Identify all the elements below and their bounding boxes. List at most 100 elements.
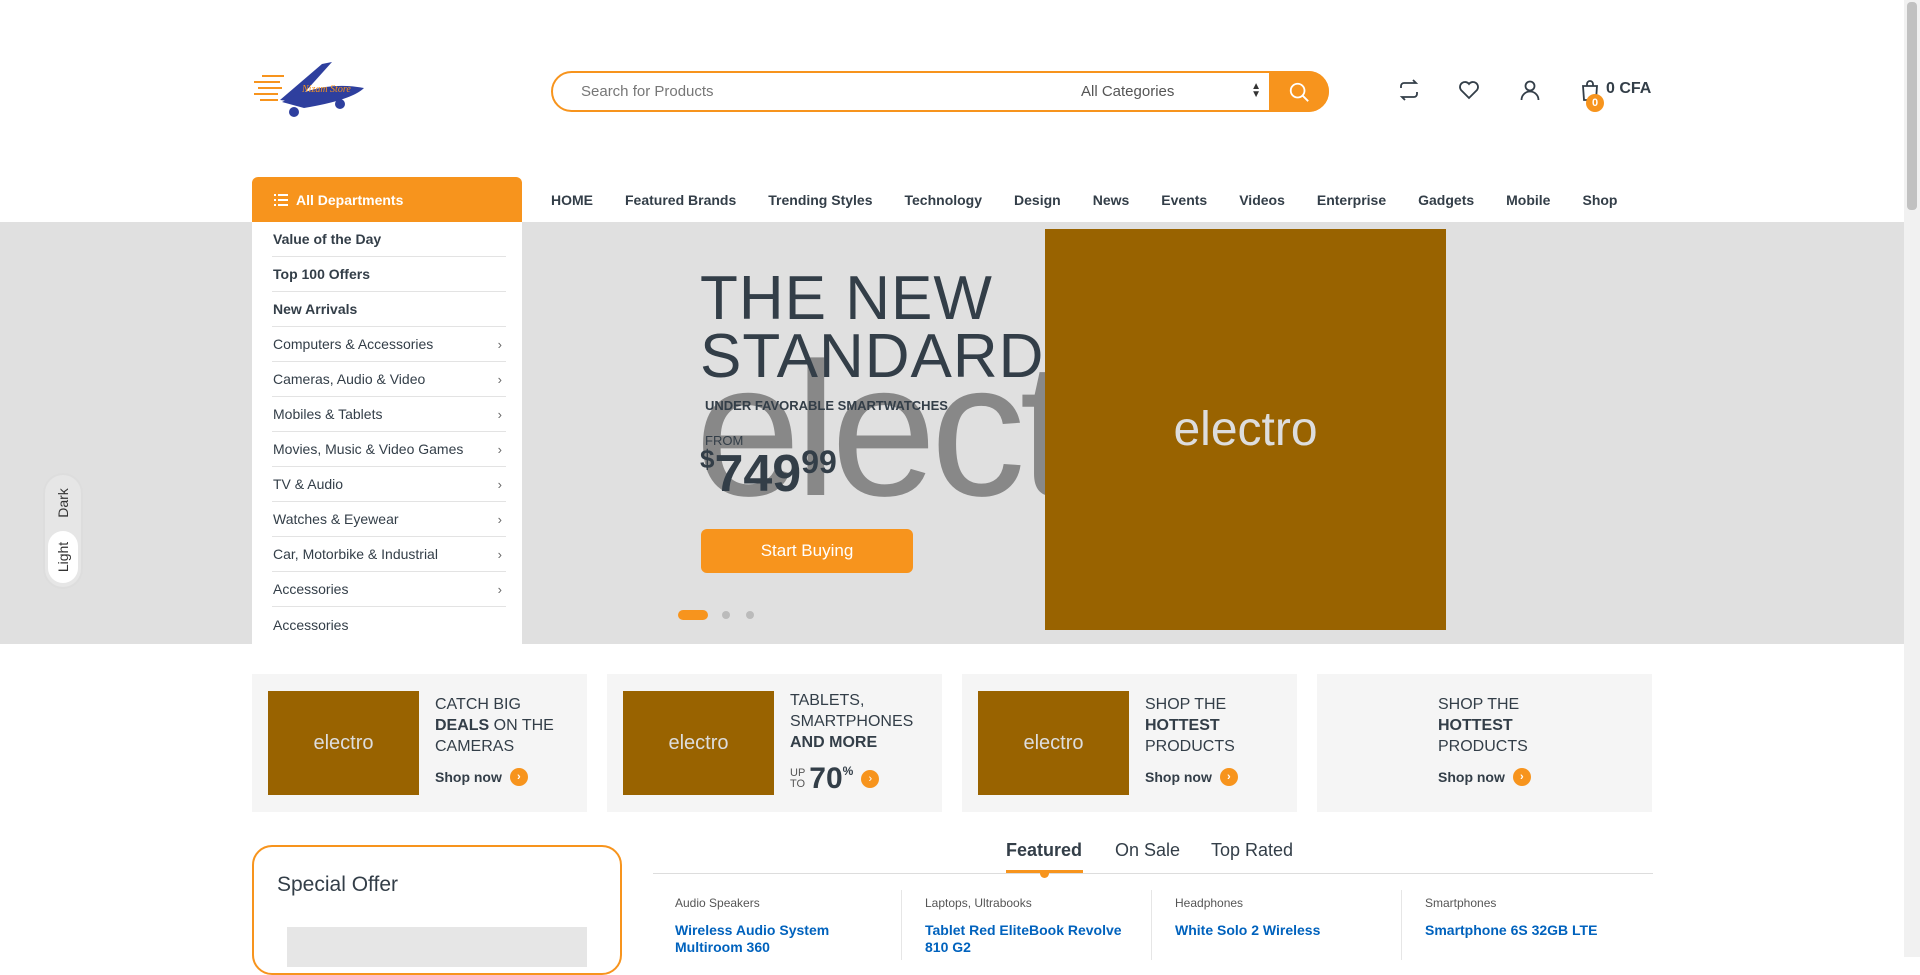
department-item-label: Computers & Accessories <box>273 336 434 352</box>
theme-light-option[interactable]: Light <box>48 531 78 583</box>
department-item[interactable]: Accessories <box>272 607 506 642</box>
product-card[interactable]: Laptops, Ultrabooks Tablet Red EliteBook… <box>925 896 1145 956</box>
department-item[interactable]: Computers & Accessories › <box>272 327 506 362</box>
promo-discount[interactable]: UP TO 70 % › <box>790 762 880 796</box>
special-offer-title: Special Offer <box>277 873 399 896</box>
chevron-right-icon: › <box>497 371 502 387</box>
slider-dot[interactable] <box>722 611 730 619</box>
department-item-label: Value of the Day <box>273 231 382 247</box>
product-divider <box>901 890 902 960</box>
hero-image: electro <box>1045 229 1446 630</box>
main-nav: HOME Featured Brands Trending Styles Techno… <box>551 178 1649 222</box>
product-category[interactable]: Laptops, Ultrabooks <box>925 896 1145 910</box>
compare-icon[interactable] <box>1397 78 1421 102</box>
start-buying-button[interactable]: Start Buying <box>701 529 913 573</box>
hero-subtitle: UNDER FAVORABLE SMARTWATCHES <box>705 398 948 413</box>
department-item-label: Car, Motorbike & Industrial <box>273 546 438 562</box>
arrow-right-icon: › <box>1512 768 1531 786</box>
tab-top-rated[interactable]: Top Rated <box>1211 840 1293 861</box>
all-departments-button[interactable]: All Departments <box>252 177 522 222</box>
department-item[interactable]: TV & Audio › <box>272 467 506 502</box>
list-icon <box>274 193 288 206</box>
nav-link-design[interactable]: Design <box>1014 192 1061 208</box>
hero-title: THE NEW STANDARD <box>700 268 1045 391</box>
theme-toggle[interactable]: Dark Light <box>45 475 81 587</box>
arrow-right-icon: › <box>509 768 528 786</box>
promo-card[interactable]: SHOP THE HOTTEST PRODUCTS Shop now › <box>1317 674 1652 812</box>
theme-dark-option[interactable]: Dark <box>45 481 81 525</box>
product-name[interactable]: White Solo 2 Wireless <box>1175 922 1395 939</box>
promo-card[interactable]: electro TABLETS, SMARTPHONES AND MORE UP… <box>607 674 942 812</box>
nav-link-trending-styles[interactable]: Trending Styles <box>768 192 872 208</box>
nav-link-home[interactable]: HOME <box>551 192 593 208</box>
all-departments-label: All Departments <box>296 191 404 208</box>
department-item[interactable]: Mobiles & Tablets › <box>272 397 506 432</box>
scrollbar-thumb[interactable] <box>1907 2 1917 210</box>
department-item[interactable]: Value of the Day <box>272 222 506 257</box>
svg-text:Nizam Store: Nizam Store <box>301 84 351 95</box>
nav-link-shop[interactable]: Shop <box>1582 192 1617 208</box>
department-item[interactable]: Watches & Eyewear › <box>272 502 506 537</box>
product-name[interactable]: Tablet Red EliteBook Revolve 810 G2 <box>925 922 1145 956</box>
chevron-right-icon: › <box>497 511 502 527</box>
nav-link-featured-brands[interactable]: Featured Brands <box>625 192 736 208</box>
tab-featured[interactable]: Featured <box>1006 840 1082 861</box>
category-select[interactable]: All Categories ▲ ▼ <box>1069 73 1269 110</box>
special-offer-image[interactable] <box>287 927 587 967</box>
wishlist-heart-icon[interactable] <box>1457 78 1481 102</box>
nav-link-events[interactable]: Events <box>1161 192 1207 208</box>
product-category[interactable]: Smartphones <box>1425 896 1645 910</box>
chevron-right-icon: › <box>497 406 502 422</box>
department-item[interactable]: Accessories › <box>272 572 506 607</box>
department-item-label: TV & Audio <box>273 476 344 492</box>
price-integer: 749 <box>714 445 802 503</box>
logo[interactable]: Nizam Store <box>252 52 372 122</box>
page-scrollbar[interactable] <box>1904 0 1920 957</box>
product-name[interactable]: Smartphone 6S 32GB LTE <box>1425 922 1645 939</box>
search-input[interactable] <box>581 73 1061 110</box>
department-item-label: Accessories <box>273 581 349 597</box>
category-select-value: All Categories <box>1081 83 1175 100</box>
promo-image: electro <box>623 691 774 795</box>
product-category[interactable]: Headphones <box>1175 896 1395 910</box>
nav-link-mobile[interactable]: Mobile <box>1506 192 1550 208</box>
department-item-label: Top 100 Offers <box>273 266 370 282</box>
nav-link-gadgets[interactable]: Gadgets <box>1418 192 1474 208</box>
chevron-right-icon: › <box>497 476 502 492</box>
arrow-right-icon: › <box>861 770 880 788</box>
tab-on-sale[interactable]: On Sale <box>1115 840 1180 861</box>
product-card[interactable]: Smartphones Smartphone 6S 32GB LTE <box>1425 896 1645 939</box>
department-item[interactable]: Top 100 Offers <box>272 257 506 292</box>
department-item[interactable]: Movies, Music & Video Games › <box>272 432 506 467</box>
department-item[interactable]: Cameras, Audio & Video › <box>272 362 506 397</box>
hero-title-line2: STANDARD <box>700 322 1045 391</box>
shop-now-link[interactable]: Shop now › <box>1438 768 1531 786</box>
nav-link-technology[interactable]: Technology <box>905 192 983 208</box>
department-item[interactable]: Car, Motorbike & Industrial › <box>272 537 506 572</box>
cart-total[interactable]: 0 CFA <box>1606 80 1651 98</box>
chevron-right-icon: › <box>497 546 502 562</box>
search-button[interactable] <box>1269 71 1329 112</box>
nav-link-news[interactable]: News <box>1093 192 1130 208</box>
shop-now-link[interactable]: Shop now › <box>435 768 528 786</box>
slider-dot[interactable] <box>746 611 754 619</box>
nav-link-enterprise[interactable]: Enterprise <box>1317 192 1386 208</box>
user-account-icon[interactable] <box>1518 78 1542 102</box>
product-name[interactable]: Wireless Audio System Multiroom 360 <box>675 922 895 956</box>
shop-now-link[interactable]: Shop now › <box>1145 768 1238 786</box>
nav-link-videos[interactable]: Videos <box>1239 192 1285 208</box>
slider-dot-active[interactable] <box>678 610 708 620</box>
product-card[interactable]: Headphones White Solo 2 Wireless <box>1175 896 1395 939</box>
department-item-label: New Arrivals <box>273 301 358 317</box>
special-offer-card: Special Offer <box>252 845 622 975</box>
select-arrows-icon: ▲ ▼ <box>1251 81 1261 100</box>
product-card[interactable]: Audio Speakers Wireless Audio System Mul… <box>675 896 895 956</box>
promo-text: SHOP THE HOTTEST PRODUCTS <box>1145 696 1235 755</box>
promo-card[interactable]: electro CATCH BIG DEALS ON THE CAMERAS S… <box>252 674 587 812</box>
department-item[interactable]: New Arrivals <box>272 292 506 327</box>
promo-card[interactable]: electro SHOP THE HOTTEST PRODUCTS Shop n… <box>962 674 1297 812</box>
promo-image: electro <box>268 691 419 795</box>
hero-price: $74999 <box>700 444 837 504</box>
discount-value: 70 <box>809 762 843 795</box>
product-category[interactable]: Audio Speakers <box>675 896 895 910</box>
